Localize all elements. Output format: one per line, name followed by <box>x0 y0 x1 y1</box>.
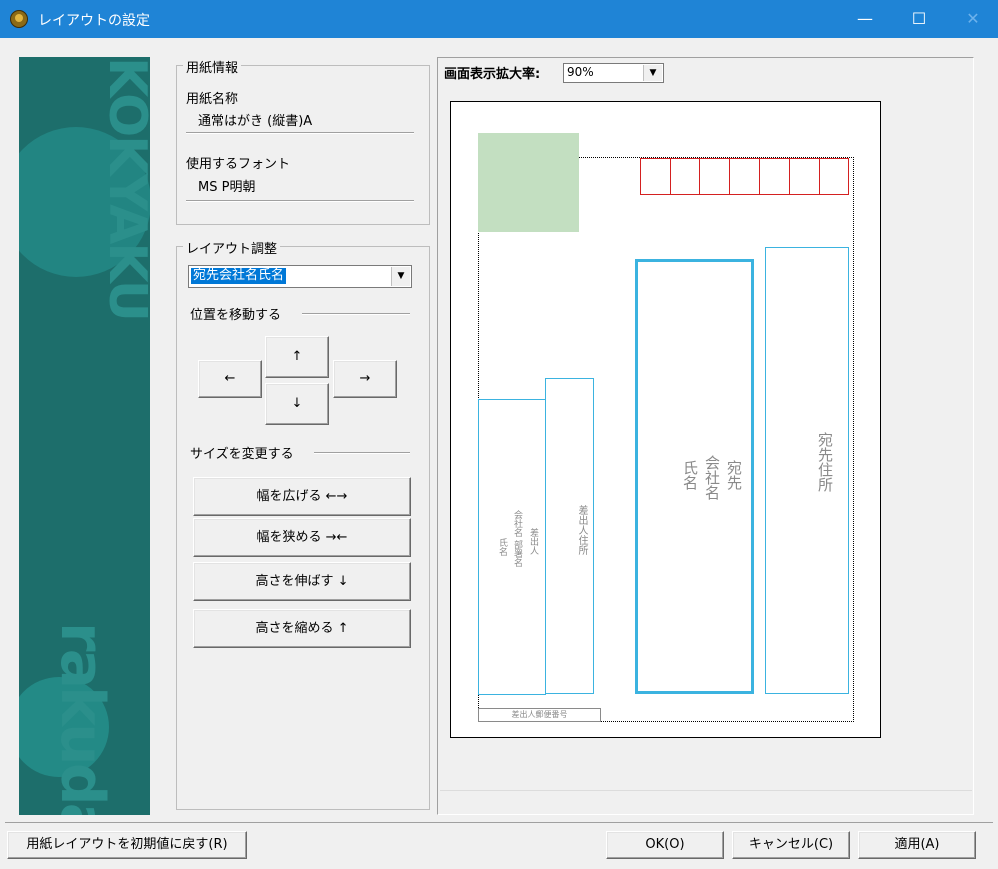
divider <box>186 200 414 202</box>
postal-code-box[interactable] <box>699 158 730 195</box>
sender-col-label: 差出人 <box>528 528 538 555</box>
font-value: MS P明朝 <box>198 180 256 195</box>
cancel-button[interactable]: キャンセル(C) <box>732 831 850 859</box>
sender-address-label: 差出人住所 <box>576 505 587 555</box>
stamp-area[interactable] <box>478 133 579 232</box>
app-icon <box>10 10 28 28</box>
narrow-button[interactable]: 幅を狭める →← <box>193 518 411 557</box>
postal-code-box[interactable] <box>670 158 700 195</box>
banner-text-top: KOKYAKU <box>97 57 150 320</box>
font-label: 使用するフォント <box>186 157 291 172</box>
layout-item-select[interactable]: 宛先会社名氏名 ▼ <box>188 265 412 288</box>
title-bar: レイアウトの設定 — ☐ ✕ <box>0 0 998 38</box>
taller-button[interactable]: 高さを伸ばす ↓ <box>193 562 411 601</box>
postal-code-box[interactable] <box>759 158 790 195</box>
zoom-select[interactable]: 90% ▼ <box>563 63 664 83</box>
move-down-button[interactable]: ↓ <box>265 383 329 425</box>
layout-item-selected: 宛先会社名氏名 <box>191 268 287 284</box>
move-right-button[interactable]: → <box>333 360 397 398</box>
move-up-button[interactable]: ↑ <box>265 336 329 378</box>
shorter-button[interactable]: 高さを縮める ↑ <box>193 609 411 648</box>
move-left-button[interactable]: ← <box>198 360 262 398</box>
widen-button[interactable]: 幅を広げる ←→ <box>193 477 411 516</box>
maximize-button[interactable]: ☐ <box>896 0 942 38</box>
size-section-label: サイズを変更する <box>190 447 294 462</box>
paper-name-label: 用紙名称 <box>186 92 239 107</box>
divider <box>186 132 414 134</box>
sender-zip-field[interactable]: 差出人郵便番号 <box>478 708 601 722</box>
chevron-down-icon[interactable]: ▼ <box>643 65 662 81</box>
recipient-person-label: 氏名 <box>681 460 699 490</box>
layout-adjust-group-title: レイアウト調整 <box>183 238 281 257</box>
preview-status-bar <box>440 790 972 813</box>
postal-code-box[interactable] <box>819 158 849 195</box>
divider <box>314 452 410 454</box>
divider <box>5 822 993 823</box>
window-title: レイアウトの設定 <box>38 13 150 29</box>
sender-company-label: 会社名 部署名 <box>512 510 522 567</box>
banner-text-bottom: rakuda <box>47 622 117 815</box>
paper-info-group-title: 用紙情報 <box>183 57 242 76</box>
chevron-down-icon[interactable]: ▼ <box>391 267 410 286</box>
postal-code-box[interactable] <box>789 158 820 195</box>
brand-banner: KOKYAKU rakuda <box>19 57 150 815</box>
postal-code-box[interactable] <box>729 158 760 195</box>
recipient-col-label: 宛先 <box>725 460 743 490</box>
close-button[interactable]: ✕ <box>950 0 996 38</box>
recipient-address-label: 宛先住所 <box>816 432 834 492</box>
zoom-value: 90% <box>567 65 594 79</box>
apply-button[interactable]: 適用(A) <box>858 831 976 859</box>
reset-layout-button[interactable]: 用紙レイアウトを初期値に戻す(R) <box>7 831 247 859</box>
minimize-button[interactable]: — <box>842 0 888 38</box>
sender-person-label: 氏名 <box>497 538 507 556</box>
recipient-company-label: 会社名 <box>703 455 721 500</box>
divider <box>302 313 410 315</box>
paper-name-value: 通常はがき (縦書)A <box>198 114 313 129</box>
postal-code-box[interactable] <box>640 158 671 195</box>
zoom-label: 画面表示拡大率: <box>444 67 541 82</box>
move-section-label: 位置を移動する <box>190 308 282 323</box>
ok-button[interactable]: OK(O) <box>606 831 724 859</box>
recipient-address-field[interactable] <box>765 247 849 694</box>
